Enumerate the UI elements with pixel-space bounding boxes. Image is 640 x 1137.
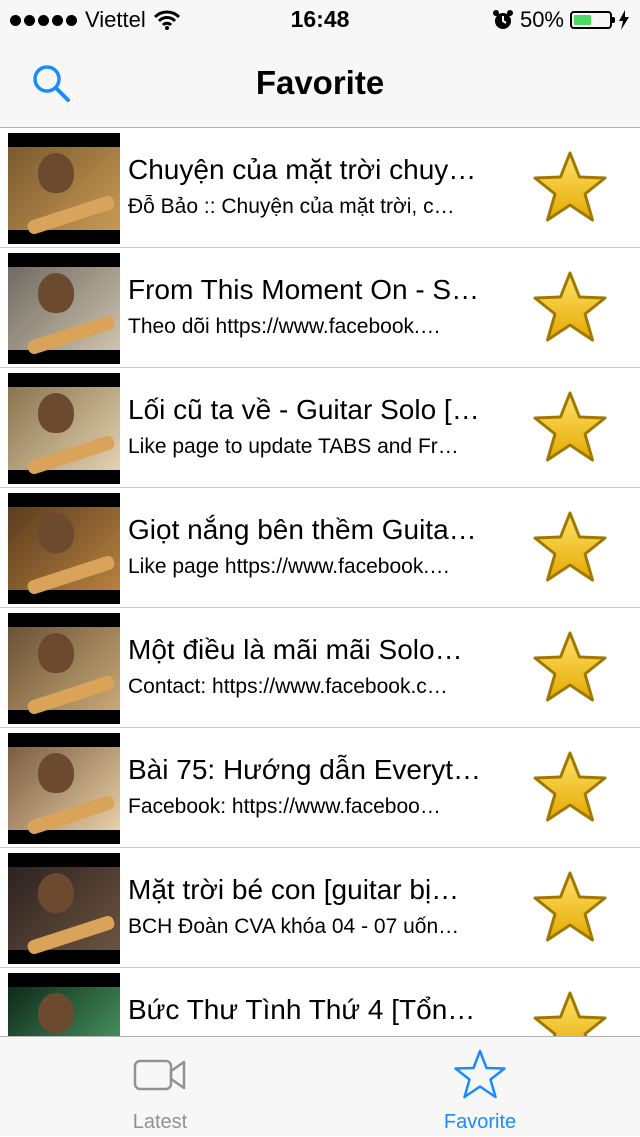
favorite-star-button[interactable] [532,150,608,224]
tab-latest-label: Latest [132,1111,188,1133]
thumbnail-image [8,267,120,356]
favorite-star-button[interactable] [532,870,608,944]
charging-bolt-icon [619,10,629,30]
battery-percent: 50% [519,7,564,32]
list-item[interactable]: Một điều là mãi mãi Solo… Contact: https… [0,608,640,728]
navigation-bar: Favorite [0,40,640,128]
video-description: Theo dõi https://www.facebook.… [128,315,441,338]
guitar-figure [26,434,116,476]
list-item[interactable]: Chuyện của mặt trời chuy… Đỗ Bảo :: Chuy… [0,128,640,248]
person-figure [38,153,74,193]
video-thumbnail[interactable] [8,253,120,364]
person-figure [38,513,74,553]
video-camera-icon [133,1059,186,1091]
video-thumbnail[interactable] [8,493,120,604]
video-title: Giọt nắng bên thềm Guita… [128,514,477,545]
star-icon [533,631,607,702]
star-icon [533,511,607,582]
list-item[interactable]: Bức Thư Tình Thứ 4 [Tổn… [0,968,640,1036]
page-title: Favorite [255,64,385,101]
video-title: From This Moment On - S… [128,274,480,305]
tab-bar: Latest Favorite [0,1036,640,1136]
thumbnail-image [8,987,120,1036]
status-right: 50% [492,6,630,34]
alarm-clock-icon [492,10,513,29]
favorite-star-button[interactable] [532,390,608,464]
tab-favorite-label: Favorite [443,1111,517,1133]
video-title: Mặt trời bé con [guitar bị… [128,874,460,905]
video-description: Like page to update TABS and Fr… [128,435,459,458]
video-thumbnail[interactable] [8,853,120,964]
video-description: Contact: https://www.facebook.c… [128,675,448,698]
person-figure [38,993,74,1033]
video-thumbnail[interactable] [8,733,120,844]
person-figure [38,873,74,913]
thumbnail-image [8,387,120,476]
favorite-star-button[interactable] [532,510,608,584]
guitar-figure [26,554,116,596]
tab-favorite[interactable]: Favorite [320,1037,640,1137]
status-bar: Viettel 16:48 50% [0,0,640,40]
video-description: Đỗ Bảo :: Chuyện của mặt trời, c… [128,195,455,218]
star-icon [533,871,607,942]
video-thumbnail[interactable] [8,973,120,1036]
guitar-figure [26,674,116,716]
video-title: Một điều là mãi mãi Solo… [128,634,463,665]
video-description: Facebook: https://www.faceboo… [128,795,441,818]
person-figure [38,273,74,313]
thumbnail-image [8,747,120,836]
video-description: BCH Đoàn CVA khóa 04 - 07 uốn… [128,915,460,938]
list-item[interactable]: Bài 75: Hướng dẫn Everyt… Facebook: http… [0,728,640,848]
favorite-star-button[interactable] [532,990,608,1036]
guitar-figure [26,314,116,356]
guitar-figure [26,914,116,956]
thumbnail-image [8,867,120,956]
guitar-figure [26,194,116,236]
favorite-star-button[interactable] [532,630,608,704]
list-item[interactable]: Lối cũ ta về - Guitar Solo [… Like page … [0,368,640,488]
video-title: Bài 75: Hướng dẫn Everyt… [128,754,482,785]
battery-fill [574,15,591,25]
list-item[interactable]: From This Moment On - S… Theo dõi https:… [0,248,640,368]
list-item[interactable]: Giọt nắng bên thềm Guita… Like page http… [0,488,640,608]
video-title: Lối cũ ta về - Guitar Solo [… [128,394,480,425]
favorite-star-button[interactable] [532,750,608,824]
star-icon [533,271,607,342]
person-figure [38,753,74,793]
star-icon [533,151,607,222]
video-description: Like page https://www.facebook.… [128,555,451,578]
thumbnail-image [8,507,120,596]
video-title: Bức Thư Tình Thứ 4 [Tổn… [128,994,476,1025]
star-icon [533,751,607,822]
person-figure [38,633,74,673]
list-item[interactable]: Mặt trời bé con [guitar bị… BCH Đoàn CVA… [0,848,640,968]
favorites-list[interactable]: Chuyện của mặt trời chuy… Đỗ Bảo :: Chuy… [0,128,640,1036]
star-icon [533,391,607,462]
star-icon [533,991,607,1036]
video-title: Chuyện của mặt trời chuy… [128,154,477,185]
video-thumbnail[interactable] [8,373,120,484]
video-thumbnail[interactable] [8,613,120,724]
thumbnail-image [8,627,120,716]
person-figure [38,393,74,433]
thumbnail-image [8,147,120,236]
favorite-star-button[interactable] [532,270,608,344]
video-thumbnail[interactable] [8,133,120,244]
guitar-figure [26,794,116,836]
star-outline-icon [454,1049,506,1099]
tab-latest[interactable]: Latest [0,1037,320,1137]
battery-icon [570,11,615,29]
